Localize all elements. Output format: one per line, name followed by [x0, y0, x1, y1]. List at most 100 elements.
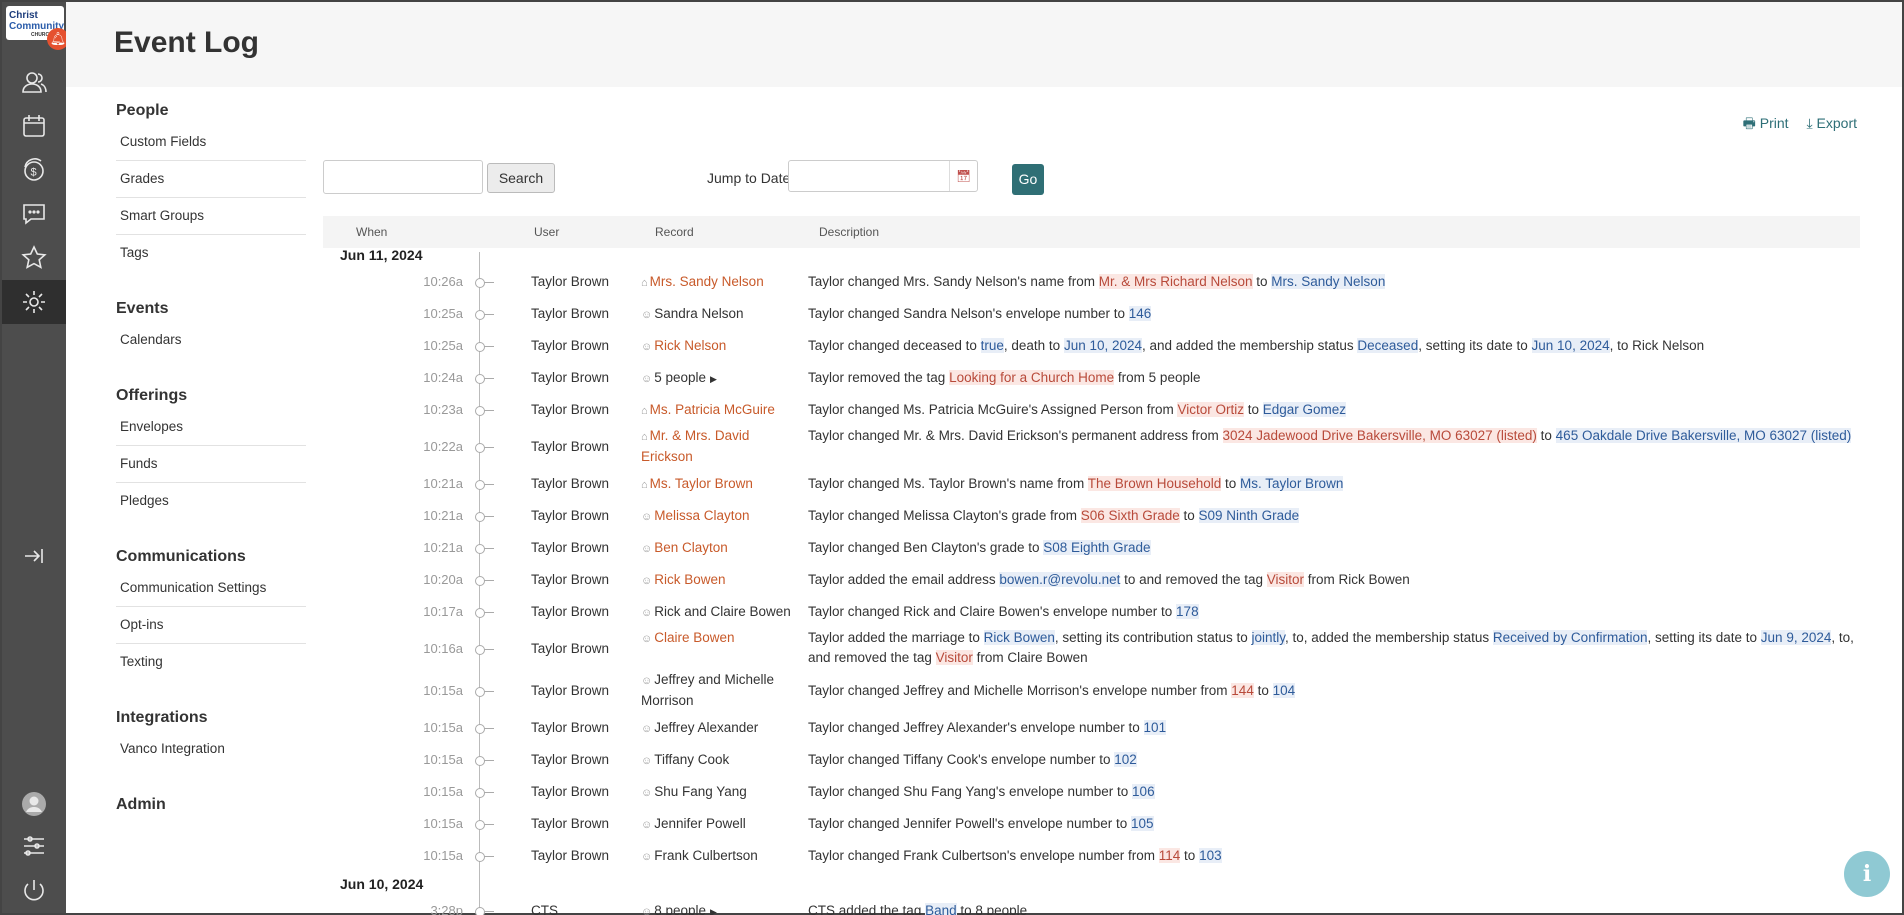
subnav-item[interactable]: Funds: [116, 446, 306, 483]
record-name: 5 people: [654, 370, 707, 385]
table-row[interactable]: 10:25a Taylor Brown ☺ Sandra Nelson Taylor c…: [323, 298, 1860, 330]
col-record[interactable]: Record: [655, 225, 694, 239]
subnav-item[interactable]: Texting: [116, 644, 306, 681]
export-button[interactable]: ⤓ Export: [1806, 115, 1857, 131]
calendar-icon[interactable]: [2, 104, 66, 148]
collapse-icon[interactable]: [2, 534, 66, 578]
star-icon[interactable]: [2, 236, 66, 280]
subnav-item[interactable]: Pledges: [116, 483, 306, 520]
offerings-icon[interactable]: $: [2, 148, 66, 192]
new-value: bowen.r@revolu.net: [999, 572, 1121, 587]
table-row[interactable]: 10:15a Taylor Brown ☺ Shu Fang Yang Taylor c…: [323, 776, 1860, 808]
table-row[interactable]: 10:16a Taylor Brown ☺ Claire Bowen Taylor ad…: [323, 628, 1860, 670]
search-button[interactable]: Search: [487, 163, 555, 193]
table-row[interactable]: 10:17a Taylor Brown ☺ Rick and Claire Bowen…: [323, 596, 1860, 628]
event-record: ☺ Rick and Claire Bowen: [641, 602, 796, 623]
event-record: ☺ Jennifer Powell: [641, 814, 796, 835]
person-icon: ☺: [641, 851, 653, 863]
event-time: 10:15a: [423, 848, 463, 863]
gear-icon[interactable]: [2, 280, 66, 324]
event-description: Taylor changed Jennifer Powell's envelop…: [808, 814, 1858, 834]
subnav-heading: Admin: [116, 796, 166, 813]
table-row[interactable]: 10:21a Taylor Brown ⌂ Ms. Taylor Brown Taylo…: [323, 468, 1860, 500]
event-description: Taylor changed Ms. Patricia McGuire's As…: [808, 400, 1858, 420]
col-user[interactable]: User: [534, 225, 559, 239]
info-icon[interactable]: i: [1844, 851, 1890, 897]
event-record: ☺ Tiffany Cook: [641, 750, 796, 771]
record-name: Ms. Patricia McGuire: [649, 402, 775, 417]
table-row[interactable]: 10:23a Taylor Brown ⌂ Ms. Patricia McGuire T…: [323, 394, 1860, 426]
event-time: 10:26a: [423, 274, 463, 289]
event-record[interactable]: ☺ Rick Bowen: [641, 570, 796, 591]
record-name: Rick Bowen: [654, 572, 726, 587]
subnav-item[interactable]: Communication Settings: [116, 570, 306, 607]
col-description[interactable]: Description: [819, 225, 879, 239]
event-user: Taylor Brown: [531, 274, 610, 289]
event-record[interactable]: ⌂ Ms. Patricia McGuire: [641, 400, 796, 421]
event-record[interactable]: ☺ Ben Clayton: [641, 538, 796, 559]
subnav-item[interactable]: Tags: [116, 235, 306, 272]
table-row[interactable]: 10:21a Taylor Brown ☺ Ben Clayton Taylor cha…: [323, 532, 1860, 564]
person-icon: ☺: [641, 309, 653, 321]
event-user: Taylor Brown: [531, 784, 610, 799]
record-name: Frank Culbertson: [654, 848, 758, 863]
table-row[interactable]: 10:22a Taylor Brown ⌂ Mr. & Mrs. David Eric…: [323, 426, 1860, 468]
event-record: ☺ 5 people ▶: [641, 368, 796, 389]
new-value: 178: [1176, 604, 1199, 619]
power-icon[interactable]: [2, 868, 66, 912]
event-user: CTS: [531, 903, 558, 915]
messages-icon[interactable]: [2, 192, 66, 236]
description-text: to: [1252, 274, 1272, 289]
jump-date-input[interactable]: 📅︎: [788, 160, 978, 192]
event-description: Taylor changed Tiffany Cook's envelope n…: [808, 750, 1858, 770]
subnav-item[interactable]: Vanco Integration: [116, 731, 306, 768]
event-record[interactable]: ☺ Claire Bowen: [641, 628, 796, 649]
table-row[interactable]: 10:15a Taylor Brown ☺ Jeffrey and Michelle …: [323, 670, 1860, 712]
event-time: 10:21a: [423, 476, 463, 491]
table-row[interactable]: 10:26a Taylor Brown ⌂ Mrs. Sandy Nelson Tayl…: [323, 266, 1860, 298]
people-icon[interactable]: [2, 60, 66, 104]
event-record: ☺ Sandra Nelson: [641, 304, 796, 325]
new-value: S08 Eighth Grade: [1043, 540, 1151, 555]
search-input[interactable]: [323, 160, 483, 194]
expand-caret-icon[interactable]: ▶: [710, 907, 717, 915]
subnav-item[interactable]: Grades: [116, 161, 306, 198]
table-row[interactable]: 10:20a Taylor Brown ☺ Rick Bowen Taylor adde…: [323, 564, 1860, 596]
new-value: Deceased: [1357, 338, 1419, 353]
jump-to-date-label: Jump to Date: [707, 170, 791, 186]
subnav-item[interactable]: Smart Groups: [116, 198, 306, 235]
table-row[interactable]: 10:15a Taylor Brown ☺ Jennifer Powell Taylor…: [323, 808, 1860, 840]
col-when[interactable]: When: [356, 225, 387, 239]
person-icon: ☺: [641, 906, 653, 915]
event-time: 10:22a: [423, 439, 463, 454]
new-value: 102: [1114, 752, 1137, 767]
sliders-icon[interactable]: [2, 824, 66, 868]
table-row[interactable]: 10:15a Taylor Brown ☺ Frank Culbertson Taylo…: [323, 840, 1860, 872]
timeline-node: [472, 904, 494, 915]
description-text: Taylor changed Jennifer Powell's envelop…: [808, 816, 1132, 831]
subnav-item[interactable]: Envelopes: [116, 409, 306, 446]
event-record[interactable]: ☺ Melissa Clayton: [641, 506, 796, 527]
subnav-item[interactable]: Calendars: [116, 322, 306, 359]
person-icon: ☺: [641, 787, 653, 799]
person-icon: ☺: [641, 607, 653, 619]
event-record[interactable]: ⌂ Mrs. Sandy Nelson: [641, 272, 796, 293]
table-row[interactable]: 10:25a Taylor Brown ☺ Rick Nelson Taylor cha…: [323, 330, 1860, 362]
table-row[interactable]: 10:21a Taylor Brown ☺ Melissa Clayton Taylor…: [323, 500, 1860, 532]
table-row[interactable]: 10:24a Taylor Brown ☺ 5 people ▶ Taylor remov…: [323, 362, 1860, 394]
event-record[interactable]: ☺ Rick Nelson: [641, 336, 796, 357]
table-row[interactable]: 10:15a Taylor Brown ☺ Tiffany Cook Taylor ch…: [323, 744, 1860, 776]
print-button[interactable]: 🖶︎ Print: [1743, 115, 1789, 131]
table-row[interactable]: 3:28p CTS ☺ 8 people ▶ CTS added the tag Band…: [323, 895, 1860, 915]
table-row[interactable]: 10:15a Taylor Brown ☺ Jeffrey Alexander Tayl…: [323, 712, 1860, 744]
event-record: ☺ Frank Culbertson: [641, 846, 796, 867]
expand-caret-icon[interactable]: ▶: [710, 374, 717, 384]
avatar[interactable]: [2, 782, 66, 826]
date-group-heading: Jun 11, 2024: [340, 247, 423, 263]
subnav-item[interactable]: Opt-ins: [116, 607, 306, 644]
go-button[interactable]: Go: [1012, 164, 1044, 195]
calendar-picker-icon[interactable]: 📅︎: [949, 161, 977, 191]
event-record[interactable]: ⌂ Ms. Taylor Brown: [641, 474, 796, 495]
event-record[interactable]: ⌂ Mr. & Mrs. David Erickson: [641, 426, 796, 467]
subnav-item[interactable]: Custom Fields: [116, 124, 306, 161]
